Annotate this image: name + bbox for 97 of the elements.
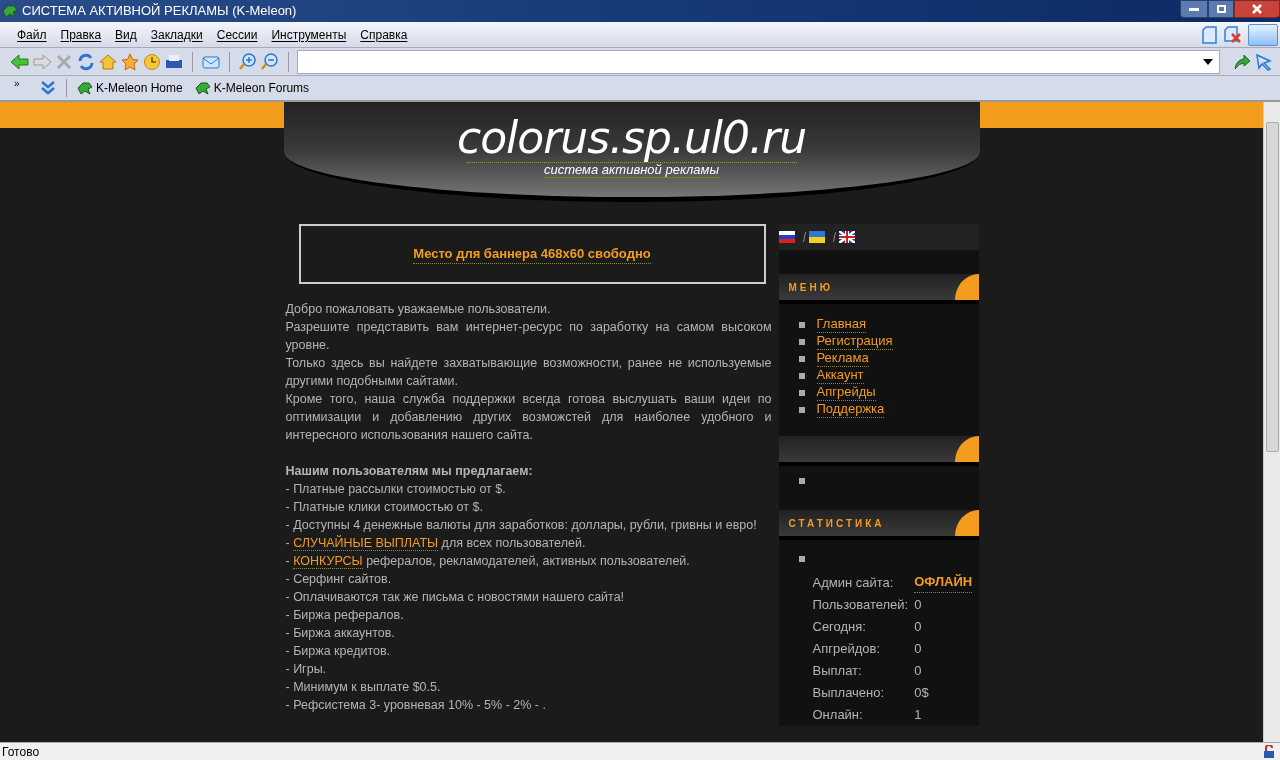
stat-label: Апгрейдов: [812, 640, 881, 658]
offer-item: - Биржа кредитов. [285, 643, 392, 660]
site-title[interactable]: colorus.sp.ul0.ru [456, 114, 807, 162]
offer-item: - Биржа рефералов. [285, 607, 405, 624]
stat-label: Пользователей: [812, 596, 910, 614]
offer-item: - Биржа аккаунтов. [285, 625, 396, 642]
dropdown-arrow-icon[interactable] [1203, 58, 1213, 65]
close-button[interactable] [1234, 0, 1280, 18]
zoom-in-icon[interactable] [238, 52, 258, 71]
stat-label: Админ сайта: [812, 574, 895, 592]
corner-decoration [954, 436, 979, 462]
corner-decoration [954, 510, 979, 536]
menu-link[interactable]: Поддержка [816, 401, 885, 418]
star-icon[interactable] [120, 52, 140, 71]
menu-link[interactable]: Регистрация [816, 333, 893, 350]
offer-item: - Оплачиваются так же письма с новостями нашего сайта! [285, 589, 626, 606]
bullet-icon [798, 406, 805, 413]
offer-item: - Платные клики стоимостью от $. [285, 499, 484, 516]
menu-item[interactable]: Сессии [211, 25, 263, 44]
download-arrow-icon[interactable] [40, 80, 56, 96]
site-subtitle: система активной рекламы [543, 163, 720, 178]
home-icon[interactable] [98, 52, 118, 71]
tab-button[interactable] [1248, 23, 1278, 46]
offer-item: - Рефсистема 3- уровневая 10% - 5% - 2% - . [285, 697, 547, 714]
chevron-icon[interactable]: » [14, 76, 32, 91]
lizard-icon [194, 81, 211, 95]
bullet-icon [798, 372, 805, 379]
menu-link[interactable]: Аккаунт [816, 367, 864, 384]
stat-value: 0 [914, 640, 923, 658]
minimize-button[interactable] [1180, 0, 1208, 18]
reload-icon[interactable] [76, 52, 96, 71]
bullet-icon [798, 556, 805, 562]
section-title: СТАТИСТИКА [788, 516, 885, 531]
clock-icon[interactable] [142, 52, 162, 71]
stat-value: 0 [914, 596, 923, 614]
bookmark-link[interactable]: K-Meleon Forums [194, 79, 310, 97]
window-title: СИСТЕМА АКТИВНОЙ РЕКЛАМЫ (K-Meleon) [22, 2, 297, 21]
intro-paragraph: Добро пожаловать уважаемые пользователи. [285, 301, 552, 318]
stat-value: 0$ [914, 684, 930, 702]
menu-link[interactable]: Главная [816, 316, 866, 333]
close-tab-icon[interactable] [1224, 25, 1242, 44]
offer-item: - Минимум к выплате $0.5. [285, 679, 442, 696]
offer-item: - Игры. [285, 661, 328, 678]
printer-icon[interactable] [164, 52, 184, 71]
bullet-icon [798, 321, 805, 328]
restore-button[interactable] [1208, 0, 1234, 18]
bullet-icon [798, 389, 805, 396]
menu-item[interactable]: Закладки [145, 25, 208, 44]
menu-link[interactable]: Реклама [816, 350, 869, 367]
offer-item: - Доступны 4 денежные валюты для заработков: доллары, рубли, гривны и евро! [285, 517, 758, 534]
close-icon [1251, 4, 1263, 14]
status-text: Готово [2, 743, 40, 760]
offer-item: - Платные рассылки стоимостью от $. [285, 481, 507, 498]
menu-item[interactable]: Вид [110, 25, 142, 44]
lizard-icon [2, 3, 18, 19]
british-flag-icon[interactable] [838, 231, 855, 243]
ukrainian-flag-icon[interactable] [808, 231, 825, 243]
stat-value: 0 [914, 662, 923, 680]
intro-paragraph: Кроме того, наша служба поддержки всегда готова выслушать ваши идеи по оптимизации и добавлению других возможстей для наиболее удобного и интересного использования нашего сайта. [285, 391, 772, 444]
bullet-icon [798, 338, 805, 345]
new-tab-icon[interactable] [1202, 25, 1218, 44]
bullet-icon [798, 478, 805, 484]
scrollbar[interactable] [1263, 102, 1280, 742]
stat-label: Выплачено: [812, 684, 886, 702]
lizard-icon [77, 81, 93, 95]
zoom-out-icon[interactable] [260, 52, 280, 71]
address-field[interactable] [297, 49, 1220, 74]
stat-link[interactable]: ОФЛАЙН [914, 572, 973, 593]
cursor-arrow-icon[interactable] [1254, 52, 1274, 71]
back-arrow-icon[interactable] [10, 52, 30, 71]
stat-value: 1 [914, 706, 923, 724]
bookmark-link[interactable]: K-Meleon Home [77, 79, 183, 97]
banner-link[interactable]: Место для баннера 468x60 свободно [413, 243, 651, 265]
intro-paragraph: Разрешите представить вам интернет-ресурс по заработку на самом высоком уровне. [285, 319, 772, 354]
menu-item[interactable]: Правка [55, 25, 107, 44]
stat-label: Сегодня: [812, 618, 867, 636]
stat-label: Выплат: [812, 662, 863, 680]
russian-flag-icon[interactable] [778, 231, 795, 243]
offer-link[interactable]: КОНКУРСЫ [293, 554, 363, 569]
menu-item[interactable]: Справка [355, 25, 413, 44]
offer-item: - Серфинг сайтов. [285, 571, 393, 588]
offer-link[interactable]: СЛУЧАЙНЫЕ ВЫПЛАТЫ [293, 536, 439, 551]
stat-value: 0 [914, 618, 923, 636]
offer-item: - КОНКУРСЫ рефералов, рекламодателей, активных пользователей. [285, 553, 691, 570]
stat-label: Онлайн: [812, 706, 864, 724]
section-title: МЕНЮ [788, 280, 834, 295]
offer-item: - СЛУЧАЙНЫЕ ВЫПЛАТЫ для всех пользователей. [285, 534, 587, 552]
corner-decoration [954, 274, 979, 300]
menu-item[interactable]: Файл [12, 25, 52, 44]
go-arrow-icon[interactable] [1232, 52, 1252, 71]
bullet-icon [798, 355, 805, 362]
offers-heading: Нашим пользователям мы предлагаем: [285, 463, 534, 480]
menu-link[interactable]: Апгрейды [816, 384, 876, 401]
menu-item[interactable]: Инструменты [266, 25, 352, 44]
lock-icon [1262, 744, 1276, 759]
forward-arrow-icon[interactable] [32, 52, 52, 71]
intro-paragraph: Только здесь вы найдете захватывающие возможности, ранее не используемые другими подобными сайтами. [285, 355, 772, 390]
